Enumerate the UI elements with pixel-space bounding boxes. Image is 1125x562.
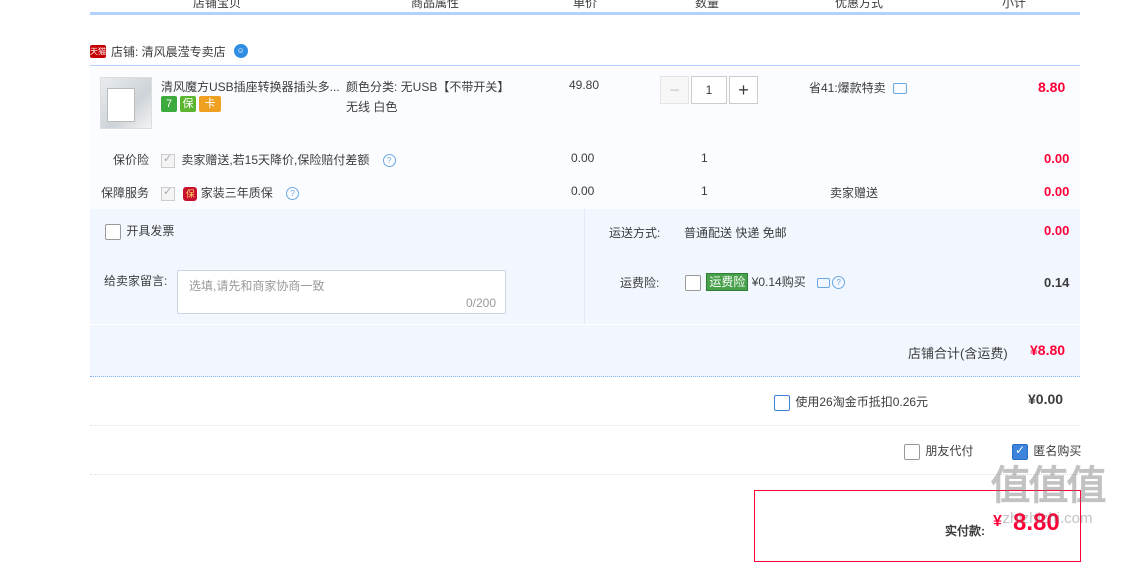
col-separator — [768, 0, 770, 12]
shop-total-label: 店铺合计(含运费) — [908, 346, 1008, 361]
shop-name-link[interactable]: 店铺: 清风晨滢专卖店 — [111, 43, 226, 60]
item-subtotal: 8.80 — [1038, 79, 1066, 95]
shipping-method[interactable]: 普通配送 快递 免邮 — [684, 224, 787, 241]
guarantee-icon[interactable]: 保 — [180, 96, 196, 112]
col-separator — [948, 0, 950, 12]
memo-textarea[interactable]: 选填,请先和商家协商一致 0/200 — [177, 270, 506, 314]
col-separator — [526, 0, 528, 12]
freight-insurance-price: 0.14 — [1044, 275, 1070, 290]
service-label: 保障服务 — [101, 186, 150, 200]
freight-insurance-checkbox[interactable] — [685, 274, 701, 291]
service-option: 保 家装三年质保 ? — [161, 184, 300, 201]
order-table-header: 店铺宝贝 商品属性 单价 数量 优惠方式 小计 — [90, 0, 1080, 15]
memo-placeholder: 选填,请先和商家协商一致 — [189, 279, 325, 293]
insurance-qty: 1 — [701, 151, 708, 165]
invoice-option: 开具发票 — [105, 222, 174, 240]
shipping-label: 运送方式: — [609, 226, 661, 240]
unit-price: 49.80 — [569, 78, 600, 92]
quantity-stepper: − 1 + — [660, 76, 758, 104]
qty-plus-button[interactable]: + — [729, 76, 758, 104]
product-badges: 7保卡 — [161, 96, 224, 112]
credit-card-icon[interactable]: 卡 — [199, 96, 221, 112]
invoice-checkbox[interactable] — [105, 223, 121, 240]
col-separator — [345, 0, 347, 12]
memo-label: 给卖家留言: — [104, 274, 168, 288]
insurance-desc: 卖家赠送,若15天降价,保险赔付差额 — [181, 153, 370, 167]
help-icon[interactable]: ? — [832, 276, 846, 290]
freight-insurance-desc: ¥0.14购买 — [751, 275, 806, 289]
coins-checkbox[interactable] — [774, 394, 790, 411]
insurance-checkbox[interactable] — [161, 152, 175, 168]
tmall-icon: 天猫 — [90, 44, 106, 58]
friend-pay-label[interactable]: 朋友代付 — [925, 444, 973, 458]
site-watermark: 值值值 zhizhizhi.com — [975, 462, 1120, 548]
product-title-link[interactable]: 清风魔方USB插座转换器插头多... — [161, 78, 346, 95]
warranty-shield-icon: 保 — [183, 186, 198, 201]
coins-value: ¥0.00 — [1028, 391, 1064, 407]
seven-day-return-icon[interactable]: 7 — [161, 96, 177, 112]
help-icon[interactable]: ? — [286, 187, 300, 201]
insurance-label: 保价险 — [113, 153, 150, 167]
col-header-subtotal: 小计 — [1002, 0, 1027, 10]
col-header-discount: 优惠方式 — [835, 0, 884, 10]
service-desc: 家装三年质保 — [200, 186, 273, 200]
coins-row — [90, 377, 1080, 426]
discount-info: 省41:爆款特卖 — [809, 79, 908, 96]
product-attr-color: 颜色分类: 无USB【不带开关】 — [346, 80, 510, 94]
anonymous-checkbox[interactable] — [1012, 443, 1028, 460]
col-header-attr: 商品属性 — [411, 0, 460, 10]
freight-insurance-label: 运费险: — [620, 276, 660, 290]
coins-label[interactable]: 使用26淘金币抵扣0.26元 — [795, 395, 928, 409]
service-qty: 1 — [701, 184, 708, 198]
insurance-price: 0.00 — [571, 151, 595, 165]
friend-pay-checkbox[interactable] — [904, 443, 920, 460]
service-discount: 卖家赠送 — [830, 186, 879, 200]
comment-icon[interactable] — [893, 83, 908, 95]
discount-label: 省41:爆款特卖 — [809, 81, 886, 95]
invoice-label[interactable]: 开具发票 — [126, 224, 174, 238]
memo-counter: 0/200 — [465, 296, 496, 310]
help-icon[interactable]: ? — [382, 154, 396, 168]
anonymous-label[interactable]: 匿名购买 — [1033, 444, 1081, 458]
col-header-qty: 数量 — [695, 0, 720, 10]
panel-divider — [584, 209, 585, 324]
anonymous-option: 匿名购买 — [1012, 442, 1081, 460]
watermark-logo: 值值值 — [990, 464, 1107, 508]
coins-option: 使用26淘金币抵扣0.26元 — [774, 393, 928, 411]
freight-insurance-option: 运费险 ¥0.14购买 ? — [685, 273, 846, 291]
freight-insurance-tag: 运费险 — [706, 273, 749, 291]
service-checkbox[interactable] — [161, 185, 175, 201]
comment-icon[interactable] — [817, 277, 831, 288]
friend-pay-option: 朋友代付 — [904, 442, 973, 460]
col-header-item: 店铺宝贝 — [193, 0, 242, 10]
watermark-site: zhizhizhi.com — [1002, 510, 1093, 527]
service-price: 0.00 — [571, 184, 595, 198]
qty-minus-button[interactable]: − — [660, 76, 689, 104]
insurance-subtotal: 0.00 — [1044, 151, 1070, 166]
service-subtotal: 0.00 — [1044, 184, 1070, 199]
col-separator — [647, 0, 649, 12]
qty-input[interactable]: 1 — [691, 76, 727, 104]
wangwang-chat-icon[interactable]: ☺ — [233, 44, 248, 58]
insurance-option: 卖家赠送,若15天降价,保险赔付差额 ? — [161, 151, 396, 168]
product-attr-style: 无线 白色 — [346, 100, 398, 114]
shipping-price: 0.00 — [1044, 223, 1070, 238]
product-thumbnail[interactable] — [100, 77, 152, 129]
shop-line: 天猫 店铺: 清风晨滢专卖店 ☺ — [90, 42, 248, 60]
shop-total-value: ¥8.80 — [1030, 342, 1066, 358]
col-header-price: 单价 — [573, 0, 598, 10]
